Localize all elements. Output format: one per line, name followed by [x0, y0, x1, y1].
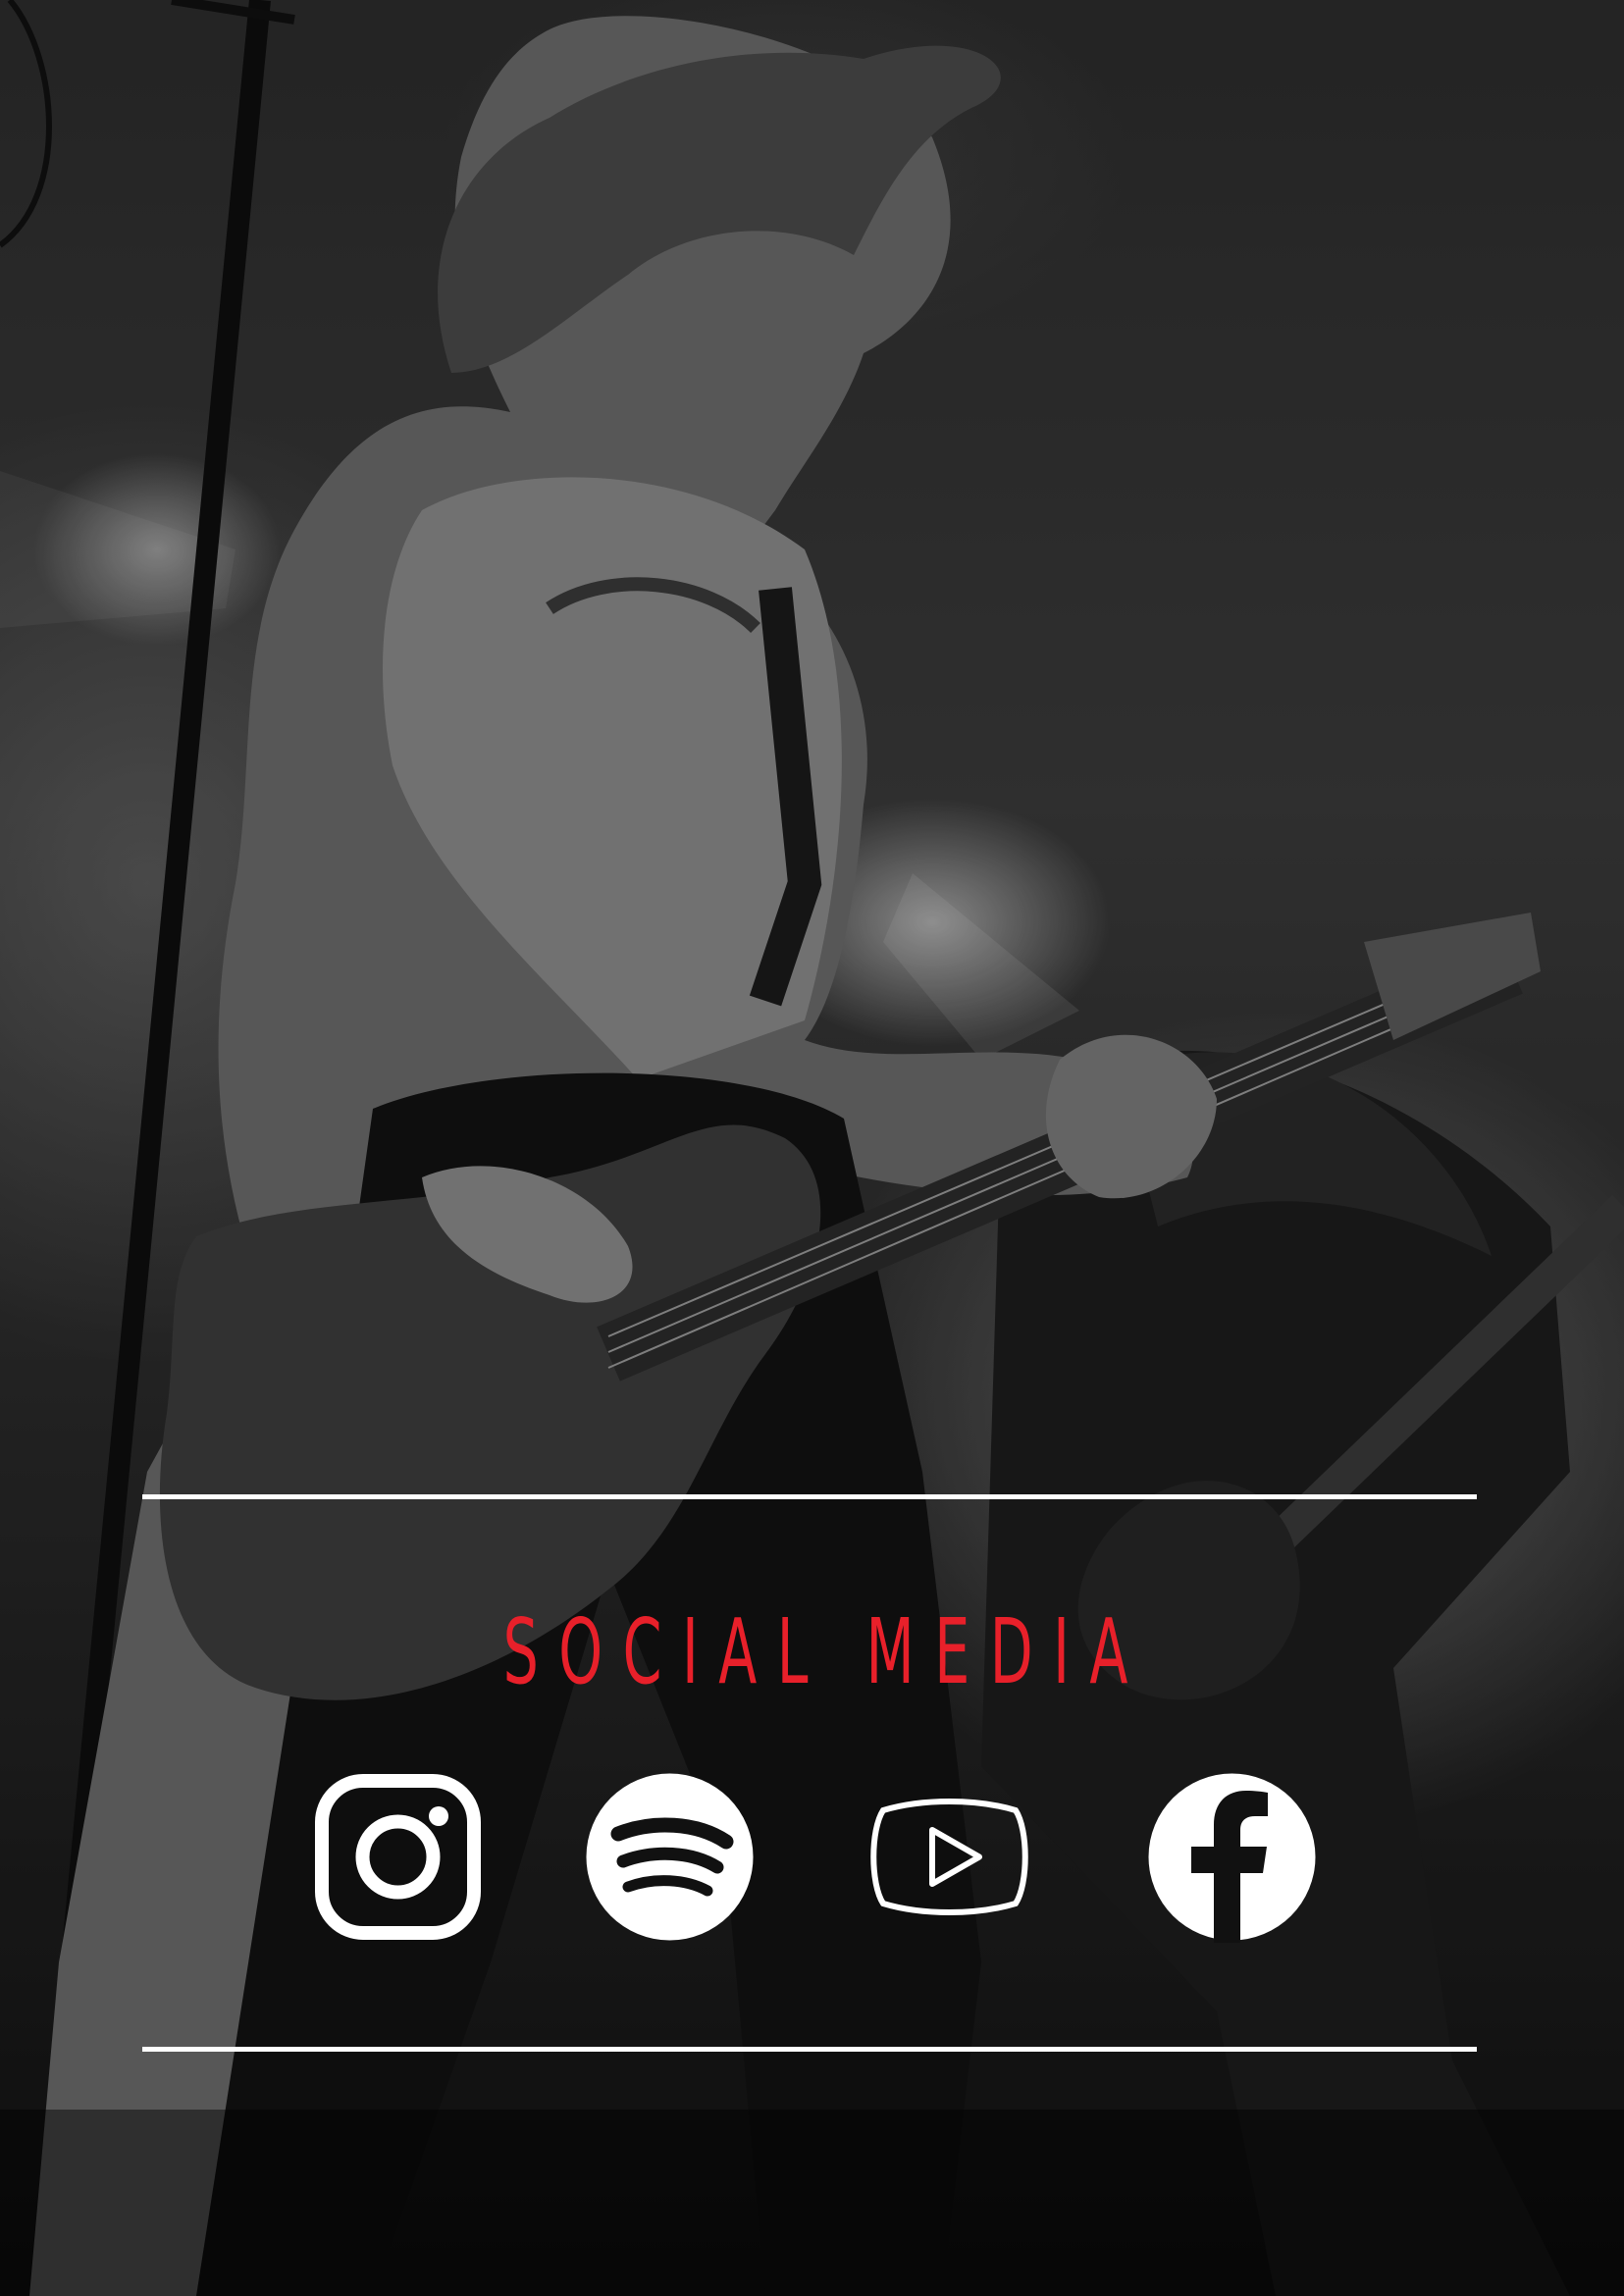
divider-bottom	[142, 2047, 1477, 2052]
facebook-icon	[1148, 1773, 1316, 1943]
section-heading: SOCIAL MEDIA	[502, 1599, 1148, 1704]
concert-photo	[0, 0, 1624, 2296]
spotify-link[interactable]	[584, 1771, 756, 1943]
instagram-link[interactable]	[312, 1771, 484, 1943]
poster: SOCIAL MEDIA	[0, 0, 1624, 2296]
social-icons-row	[0, 1771, 1624, 1943]
youtube-link[interactable]	[864, 1771, 1035, 1943]
divider-top	[142, 1494, 1477, 1499]
youtube-icon	[870, 1799, 1028, 1915]
facebook-link[interactable]	[1146, 1771, 1318, 1943]
spotify-icon	[586, 1773, 754, 1941]
instagram-icon	[315, 1774, 481, 1940]
